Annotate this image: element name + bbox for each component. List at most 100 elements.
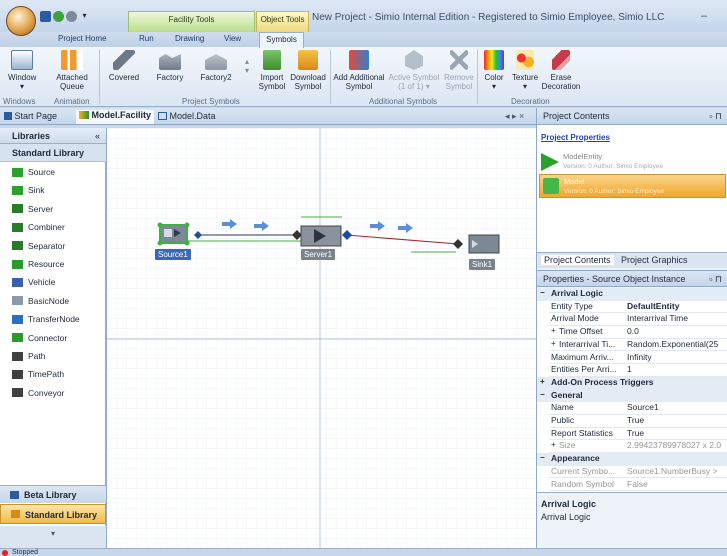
tab-run[interactable]: Run — [139, 34, 154, 43]
property-row[interactable]: Entity Type DefaultEntity — [537, 301, 727, 314]
project-properties-link[interactable]: Project Properties — [541, 133, 610, 142]
expand-toggle-icon[interactable]: + — [551, 339, 556, 348]
property-value[interactable]: Source1.NumberBusy > — [627, 466, 717, 476]
pin-properties-button[interactable]: ▫ ⊓ — [709, 274, 722, 285]
expand-toggle-icon[interactable]: − — [540, 288, 545, 297]
sink-label[interactable]: Sink1 — [469, 259, 496, 270]
color-button[interactable]: Color ▾ — [481, 50, 507, 91]
property-row[interactable]: Entities Per Arri... 1 — [537, 364, 727, 377]
facility-canvas[interactable]: Source1 Server1 Sink1 — [106, 128, 536, 548]
erase-decoration-button[interactable]: Erase Decoration — [541, 50, 581, 91]
property-value[interactable]: False — [627, 479, 648, 489]
property-value[interactable]: Interarrival Time — [627, 313, 688, 323]
tab-drawing[interactable]: Drawing — [175, 34, 204, 43]
property-category[interactable]: − Arrival Logic — [537, 288, 727, 301]
property-value[interactable]: True — [627, 428, 644, 438]
expand-toggle-icon[interactable]: + — [551, 440, 556, 449]
property-row[interactable]: Random Symbol False — [537, 479, 727, 492]
beta-library-button[interactable]: Beta Library — [0, 485, 106, 503]
tab-project-contents[interactable]: Project Contents — [541, 255, 614, 265]
gallery-scroll-button[interactable]: ▴ ▾ — [244, 57, 250, 75]
library-item-connector[interactable]: Connector — [12, 330, 67, 346]
download-symbol-button[interactable]: Download Symbol — [288, 50, 328, 91]
property-row[interactable]: Arrival Mode Interarrival Time — [537, 313, 727, 327]
factory2-symbol-button[interactable]: Factory2 — [196, 50, 236, 82]
factory-symbol-button[interactable]: Factory — [152, 50, 188, 82]
library-item-vehicle[interactable]: Vehicle — [12, 274, 55, 290]
add-additional-symbol-button[interactable]: Add Additional Symbol — [332, 50, 386, 91]
property-value[interactable]: Source1 — [627, 402, 659, 412]
library-item-timepath[interactable]: TimePath — [12, 366, 64, 382]
tab-model-data[interactable]: Model.Data — [158, 111, 216, 121]
property-value[interactable]: Infinity — [627, 352, 652, 362]
texture-button[interactable]: Texture ▾ — [509, 50, 541, 91]
library-item-combiner[interactable]: Combiner — [12, 219, 65, 235]
library-item-resource[interactable]: Resource — [12, 256, 64, 272]
property-row[interactable]: + Interarrival Ti... Random.Exponential(25 — [537, 339, 727, 352]
property-row[interactable]: Maximum Arriv... Infinity — [537, 352, 727, 365]
property-row[interactable]: Current Symbo... Source1.NumberBusy > — [537, 466, 727, 479]
tab-project-home[interactable]: Project Home — [58, 34, 106, 43]
customize-qat-icon[interactable]: ▾ — [79, 11, 90, 22]
library-more-button[interactable]: ▾ — [0, 526, 106, 548]
expand-toggle-icon[interactable]: − — [540, 453, 545, 462]
property-row[interactable]: + Size 2.99423789978027 x 2.0 — [537, 440, 727, 454]
property-row[interactable]: + Time Offset 0.0 — [537, 326, 727, 339]
run-icon[interactable] — [53, 11, 64, 22]
property-row[interactable]: Public True — [537, 415, 727, 428]
attached-queue-button[interactable]: Attached Queue — [52, 50, 92, 91]
active-symbol-button[interactable]: Active Symbol (1 of 1) ▾ — [387, 50, 441, 91]
expand-toggle-icon[interactable]: + — [540, 377, 545, 386]
covered-symbol-button[interactable]: Covered — [104, 50, 144, 82]
selection-handle[interactable] — [184, 240, 190, 246]
library-item-source[interactable]: Source — [12, 164, 55, 180]
stop-icon[interactable] — [66, 11, 77, 22]
project-item-model[interactable]: Model Version: 0 Author: Simio Employee — [539, 174, 726, 198]
property-value[interactable]: 1 — [627, 364, 632, 374]
tab-model-facility[interactable]: Model.Facility — [76, 110, 155, 124]
context-tab-object-tools: Object Tools — [256, 11, 309, 33]
property-value[interactable]: True — [627, 415, 644, 425]
minimize-button[interactable]: – — [701, 10, 707, 22]
window-button[interactable]: Window ▾ — [8, 50, 36, 91]
pin-panel-button[interactable]: ▫ ⊓ — [709, 111, 722, 122]
property-value[interactable]: DefaultEntity — [627, 301, 679, 311]
library-item-server[interactable]: Server — [12, 201, 53, 217]
server-label[interactable]: Server1 — [301, 249, 336, 260]
application-menu-button[interactable] — [6, 6, 36, 36]
property-row[interactable]: Name Source1 — [537, 402, 727, 415]
tab-start-page[interactable]: Start Page — [4, 111, 57, 121]
source-label[interactable]: Source1 — [155, 249, 191, 260]
selection-handle[interactable] — [184, 222, 190, 228]
tab-project-graphics[interactable]: Project Graphics — [621, 255, 688, 265]
property-description: Arrival Logic Arrival Logic — [537, 492, 727, 548]
property-row[interactable]: Report Statistics True — [537, 428, 727, 441]
document-tab-navigation[interactable]: ◂ ▸ × — [505, 111, 524, 122]
library-item-path[interactable]: Path — [12, 348, 46, 364]
library-item-sink[interactable]: Sink — [12, 182, 45, 198]
property-category[interactable]: − General — [537, 389, 727, 403]
property-value[interactable]: 2.99423789978027 x 2.0 — [627, 440, 721, 450]
facility-drawing[interactable] — [106, 128, 536, 548]
property-category[interactable]: + Add-On Process Triggers — [537, 376, 727, 390]
save-icon[interactable] — [40, 11, 51, 22]
tab-view[interactable]: View — [224, 34, 241, 43]
expand-toggle-icon[interactable]: − — [540, 390, 545, 399]
library-item-basicnode[interactable]: BasicNode — [12, 293, 69, 309]
standard-library-button[interactable]: Standard Library — [0, 504, 106, 524]
right-pane: Project Contents ▫ ⊓ Project Properties M… — [536, 108, 727, 548]
collapse-libraries-button[interactable]: « — [95, 131, 100, 141]
property-value[interactable]: 0.0 — [627, 326, 639, 336]
property-value[interactable]: Random.Exponential(25 — [627, 339, 718, 349]
import-symbol-button[interactable]: Import Symbol — [256, 50, 288, 91]
library-item-separator[interactable]: Separator — [12, 238, 65, 254]
library-item-conveyor[interactable]: Conveyor — [12, 385, 64, 401]
project-item-modelentity[interactable]: ModelEntity Version: 0 Author: Simio Emp… — [539, 149, 726, 173]
selection-handle[interactable] — [157, 240, 163, 246]
selection-handle[interactable] — [157, 222, 163, 228]
library-item-transfernode[interactable]: TransferNode — [12, 311, 80, 327]
expand-toggle-icon[interactable]: + — [551, 326, 556, 335]
property-category[interactable]: − Appearance — [537, 453, 727, 466]
remove-symbol-button[interactable]: Remove Symbol — [442, 50, 476, 91]
tab-symbols[interactable]: Symbols — [259, 32, 304, 48]
